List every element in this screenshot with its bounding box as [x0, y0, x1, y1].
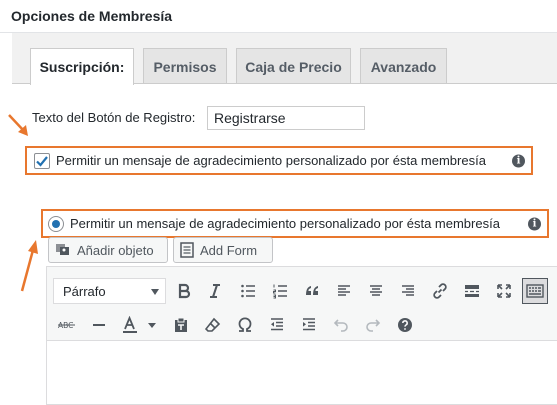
clear-formatting-button[interactable]: [200, 312, 226, 338]
signup-button-text-input[interactable]: [207, 106, 365, 130]
align-right-button[interactable]: [395, 278, 421, 304]
tab-avanzado[interactable]: Avanzado: [360, 48, 447, 84]
thank-you-message-radio-row: Permitir un mensaje de agradecimiento pe…: [41, 209, 549, 238]
numbered-list-button[interactable]: [267, 278, 293, 304]
numbered-list-icon: [273, 284, 287, 299]
thank-you-message-radio-label: Permitir un mensaje de agradecimiento pe…: [70, 216, 500, 231]
annotation-arrow-icon: [20, 240, 38, 292]
thank-you-message-checkbox-label: Permitir un mensaje de agradecimiento pe…: [56, 153, 486, 168]
paste-text-icon: [175, 317, 187, 332]
read-more-icon: [465, 285, 479, 297]
special-character-button[interactable]: [232, 312, 258, 338]
annotation-arrow-icon: [8, 114, 28, 136]
fullscreen-button[interactable]: [491, 278, 517, 304]
tab-permisos[interactable]: Permisos: [143, 48, 227, 84]
indent-icon: [303, 318, 315, 331]
add-form-label: Add Form: [200, 242, 258, 258]
clear-formatting-icon: [205, 317, 221, 332]
undo-icon: [333, 319, 348, 332]
align-left-button[interactable]: [331, 278, 357, 304]
special-character-icon: [238, 317, 252, 332]
chevron-down-icon: [151, 289, 159, 295]
checkmark-icon: [36, 155, 48, 167]
outdent-button[interactable]: [264, 312, 290, 338]
redo-icon: [366, 319, 381, 332]
italic-button[interactable]: [202, 278, 228, 304]
link-icon: [433, 283, 447, 299]
align-center-icon: [370, 285, 382, 296]
thank-you-message-radio[interactable]: [48, 215, 64, 232]
indent-button[interactable]: [296, 312, 322, 338]
add-media-icon: [56, 244, 69, 255]
fullscreen-icon: [497, 284, 511, 298]
radio-dot-icon: [52, 219, 60, 228]
tab-caja-de-precio[interactable]: Caja de Precio: [236, 48, 351, 84]
signup-button-text-label: Texto del Botón de Registro:: [32, 110, 196, 125]
text-color-button[interactable]: [118, 312, 160, 338]
text-color-icon: [123, 316, 156, 333]
add-media-label: Añadir objeto: [77, 242, 154, 258]
format-select-value: Párrafo: [63, 284, 106, 299]
blockquote-button[interactable]: [299, 278, 325, 304]
format-select[interactable]: Párrafo: [53, 278, 166, 304]
redo-button[interactable]: [360, 312, 386, 338]
paste-text-button[interactable]: [168, 312, 194, 338]
bullet-list-icon: [241, 284, 255, 298]
toolbar-toggle-button[interactable]: [522, 278, 548, 304]
add-form-button[interactable]: Add Form: [173, 237, 273, 263]
horizontal-line-icon: [93, 324, 105, 326]
info-icon[interactable]: i: [528, 217, 541, 230]
thank-you-message-checkbox[interactable]: [34, 152, 50, 169]
align-right-icon: [402, 285, 414, 296]
bold-button[interactable]: [171, 278, 197, 304]
help-button[interactable]: [392, 312, 418, 338]
strikethrough-button[interactable]: ABC: [54, 312, 80, 338]
thank-you-message-checkbox-row: Permitir un mensaje de agradecimiento pe…: [25, 146, 533, 175]
undo-button[interactable]: [328, 312, 354, 338]
add-media-button[interactable]: Añadir objeto: [48, 237, 168, 263]
form-icon: [180, 242, 194, 258]
strikethrough-icon: ABC: [58, 321, 75, 330]
toolbar-toggle-icon: [526, 284, 544, 298]
outdent-icon: [271, 318, 283, 331]
tab-suscripcion[interactable]: Suscripción:: [30, 48, 134, 85]
read-more-button[interactable]: [459, 278, 485, 304]
align-center-button[interactable]: [363, 278, 389, 304]
panel-title: Opciones de Membresía: [0, 0, 557, 33]
italic-icon: [210, 284, 220, 298]
bullet-list-button[interactable]: [235, 278, 261, 304]
help-icon: [398, 318, 412, 332]
align-left-icon: [338, 285, 350, 296]
info-icon[interactable]: i: [512, 154, 525, 167]
blockquote-icon: [306, 286, 318, 295]
horizontal-line-button[interactable]: [86, 312, 112, 338]
link-button[interactable]: [427, 278, 453, 304]
bold-icon: [178, 283, 191, 299]
